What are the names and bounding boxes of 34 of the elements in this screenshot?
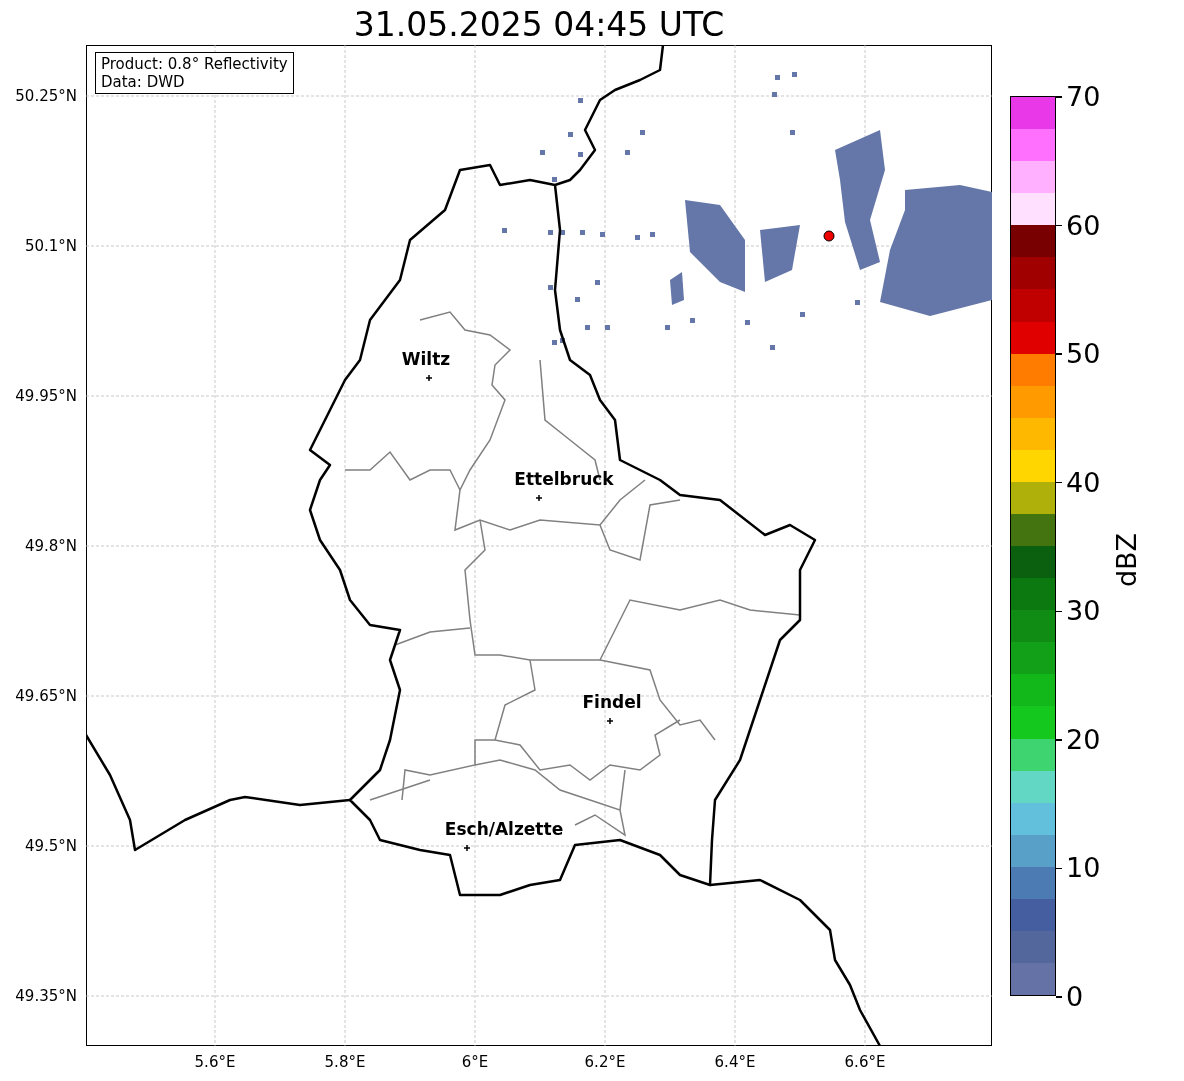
legend-text: Data: DWD (101, 73, 186, 91)
longitude-label: 5.8°E (324, 1053, 366, 1071)
city-label: Ettelbruck (514, 469, 614, 489)
longitude-label: 6.2°E (584, 1053, 626, 1071)
colorbar-tick-label: 30 (1066, 596, 1101, 627)
longitude-label: 5.6°E (194, 1053, 236, 1071)
colorbar-tick-label: 10 (1066, 853, 1101, 884)
longitude-label: 6.6°E (844, 1053, 886, 1071)
city-label: Esch/Alzette (444, 819, 564, 839)
colorbar-tick-label: 20 (1066, 724, 1101, 755)
latitude-label: 49.35°N (15, 987, 77, 1005)
longitude-label: 6.4°E (714, 1053, 756, 1071)
colorbar-tick-label: 70 (1066, 82, 1101, 112)
legend-text: Product: 0.8° Reflectivity (101, 55, 288, 73)
colorbar-tick-label: 60 (1066, 210, 1101, 241)
city-marker-icon (425, 374, 433, 382)
latitude-label: 49.95°N (15, 387, 77, 405)
colorbar-tick-label: 0 (1066, 982, 1084, 1012)
colorbar-tick-label: 50 (1066, 339, 1101, 370)
chart-title: 31.05.2025 04:45 UTC (353, 5, 725, 45)
colorbar-tick-label: 40 (1066, 467, 1101, 498)
city-marker-icon (463, 844, 471, 852)
latitude-label: 49.5°N (24, 837, 77, 855)
city-label: Wiltz (401, 349, 451, 369)
latitude-label: 49.65°N (15, 687, 77, 705)
latitude-label: 50.1°N (24, 237, 77, 255)
latitude-label: 50.25°N (15, 87, 77, 105)
latitude-label: 49.8°N (24, 537, 77, 555)
longitude-label: 6°E (461, 1053, 489, 1071)
city-marker-icon (606, 717, 614, 725)
city-label: Findel (582, 692, 642, 712)
city-marker-icon (535, 494, 543, 502)
radar-site-marker (823, 230, 835, 242)
colorbar-label: dBZ (1112, 532, 1143, 588)
